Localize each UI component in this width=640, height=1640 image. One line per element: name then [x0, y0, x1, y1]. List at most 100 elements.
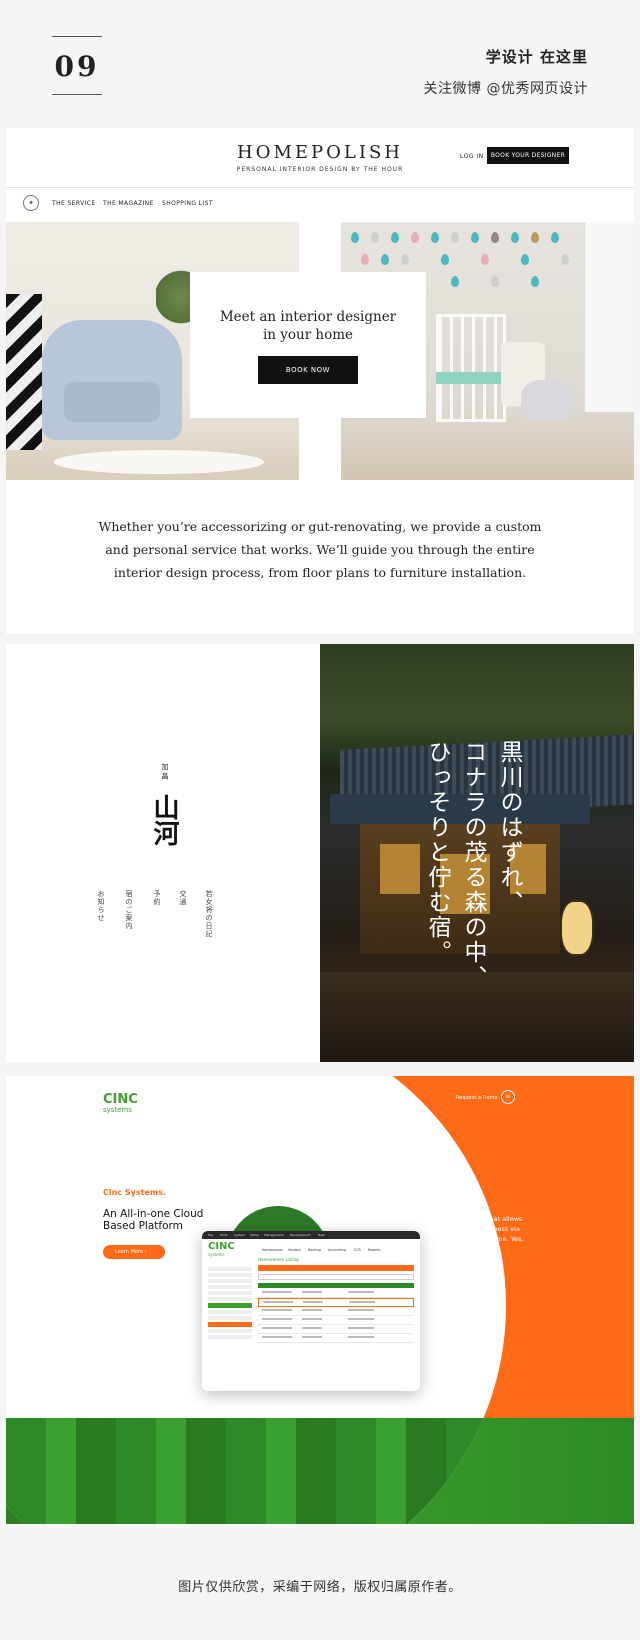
request-demo-link[interactable]: Request a Demo	[456, 1095, 497, 1101]
header-slogan: 学设计 在这里	[485, 48, 588, 66]
sidebar-selected-row[interactable]	[208, 1303, 252, 1308]
app-tab-strip[interactable]	[258, 1265, 414, 1271]
wall-drop	[521, 254, 529, 265]
cell	[348, 1318, 374, 1320]
app-menu-item[interactable]: Management	[264, 1233, 284, 1237]
sidebar-row[interactable]	[208, 1267, 252, 1271]
app-menu-item[interactable]: File	[208, 1233, 213, 1237]
sidebar-row[interactable]	[208, 1316, 252, 1320]
hero-title-line: in your home	[262, 327, 354, 343]
cell	[302, 1309, 322, 1311]
menu-inn-guide[interactable]: 宿のご案内	[124, 890, 134, 930]
ryokan-screenshot: 加 昌 山河 若女将の日記 交通 予約 宿のご案内 お知らせ 黒川のはずれ、 コ…	[6, 644, 634, 1062]
wall-drop	[531, 232, 539, 243]
sidebar-row[interactable]	[208, 1279, 252, 1283]
description-line: and personal service that works. We’ll g…	[105, 542, 535, 557]
app-main: Homeowners Listing	[258, 1257, 414, 1343]
ryokan-logo[interactable]: 山河	[149, 794, 179, 846]
wall-drop	[431, 232, 439, 243]
sidebar-row[interactable]	[208, 1273, 252, 1277]
description-line: interior design process, from floor plan…	[113, 565, 527, 580]
app-nav-item[interactable]: CCR	[354, 1248, 361, 1252]
sidebar-row[interactable]	[208, 1329, 252, 1333]
app-nav-item[interactable]: Vendors	[288, 1248, 301, 1252]
book-designer-button[interactable]: BOOK YOUR DESIGNER	[487, 147, 569, 164]
hero-title: Meet an interior designer in your home	[190, 308, 426, 344]
menu-news[interactable]: お知らせ	[96, 890, 106, 922]
hero-card: Meet an interior designer in your home B…	[190, 272, 426, 418]
cinc-title: An All-in-one Cloud Based Platform	[103, 1208, 204, 1232]
app-menu-item[interactable]: System	[234, 1233, 245, 1237]
table-row-selected[interactable]	[258, 1298, 414, 1307]
table-row[interactable]	[258, 1325, 414, 1334]
cell	[349, 1301, 375, 1303]
nav-divider	[6, 187, 634, 188]
login-link[interactable]: LOG IN	[460, 153, 484, 160]
cinc-kicker: Cinc Systems.	[103, 1188, 166, 1197]
ryokan-night-photo: 黒川のはずれ、 コナラの茂る森の中、 ひっそりと佇む宿。	[320, 644, 634, 1062]
table-row[interactable]	[258, 1334, 414, 1343]
sidebar-accent-row[interactable]	[208, 1322, 252, 1327]
sidebar-row[interactable]	[208, 1310, 252, 1314]
table-header	[258, 1283, 414, 1288]
striped-blanket	[6, 294, 42, 450]
cell	[348, 1327, 374, 1329]
cinc-logo[interactable]: CINC systems	[103, 1093, 138, 1116]
seal-logo-icon[interactable]: ✦	[23, 195, 39, 211]
lit-window	[380, 844, 420, 894]
nav-the-service[interactable]: THE SERVICE	[52, 200, 96, 207]
nav-shopping-list[interactable]: SHOPPING LIST	[162, 200, 213, 207]
app-menu-item[interactable]: Setup	[250, 1233, 259, 1237]
table-row[interactable]	[258, 1316, 414, 1325]
book-now-button[interactable]: BOOK NOW	[258, 356, 358, 384]
cell	[302, 1318, 322, 1320]
app-nav-item[interactable]: Homeowners	[262, 1248, 283, 1252]
sidebar-row[interactable]	[208, 1335, 252, 1339]
header-weibo: 关注微博 @优秀网页设计	[423, 81, 588, 97]
cell	[262, 1327, 292, 1329]
sidebar-row[interactable]	[208, 1285, 252, 1289]
menu-okami-diary[interactable]: 若女将の日記	[204, 890, 214, 938]
wall-drop	[491, 232, 499, 243]
cell	[262, 1336, 292, 1338]
cell	[263, 1301, 293, 1303]
app-nav-item[interactable]: Banking	[308, 1248, 321, 1252]
menu-reservation[interactable]: 予約	[152, 890, 162, 906]
app-menu-item[interactable]: Help	[318, 1233, 325, 1237]
app-menubar: File Tools System Setup Management Devel…	[202, 1231, 420, 1239]
headline-line-2: コナラの茂る森の中、	[460, 740, 486, 990]
people-photo	[6, 1418, 506, 1524]
learn-more-button[interactable]: Learn More ›	[103, 1245, 165, 1259]
cell	[302, 1336, 322, 1338]
app-menu-item[interactable]: Development	[290, 1233, 310, 1237]
cell	[348, 1336, 374, 1338]
app-nav-item[interactable]: Accounting	[328, 1248, 346, 1252]
cinc-screenshot: CINC systems Cinc Systems. An All-in-one…	[6, 1076, 634, 1524]
armchair-seat	[64, 382, 160, 422]
toy-elephant-image	[521, 380, 573, 420]
app-search-input[interactable]	[258, 1274, 414, 1280]
cell	[348, 1309, 374, 1311]
wall-drop	[401, 254, 409, 265]
cell	[302, 1327, 322, 1329]
wall-drop	[551, 232, 559, 243]
learn-more-label: Learn More	[115, 1249, 143, 1255]
rug-image	[54, 450, 264, 474]
sidebar-row[interactable]	[208, 1297, 252, 1301]
table-row[interactable]	[258, 1289, 414, 1298]
nav-the-magazine[interactable]: THE MAGAZINE	[103, 200, 154, 207]
app-menu-item[interactable]: Tools	[220, 1233, 227, 1237]
wall-drop	[381, 254, 389, 265]
wall-drop	[451, 276, 459, 287]
wall-drop	[391, 232, 399, 243]
menu-icon[interactable]: ≡	[501, 1090, 515, 1104]
hero-section: Meet an interior designer in your home B…	[6, 222, 634, 480]
wall-drop	[371, 232, 379, 243]
cell	[262, 1318, 292, 1320]
sidebar-row[interactable]	[208, 1291, 252, 1295]
wall-drop	[531, 276, 539, 287]
menu-access[interactable]: 交通	[178, 890, 188, 906]
door-image	[584, 222, 634, 412]
app-nav-item[interactable]: Reports	[368, 1248, 380, 1252]
table-row[interactable]	[258, 1307, 414, 1316]
